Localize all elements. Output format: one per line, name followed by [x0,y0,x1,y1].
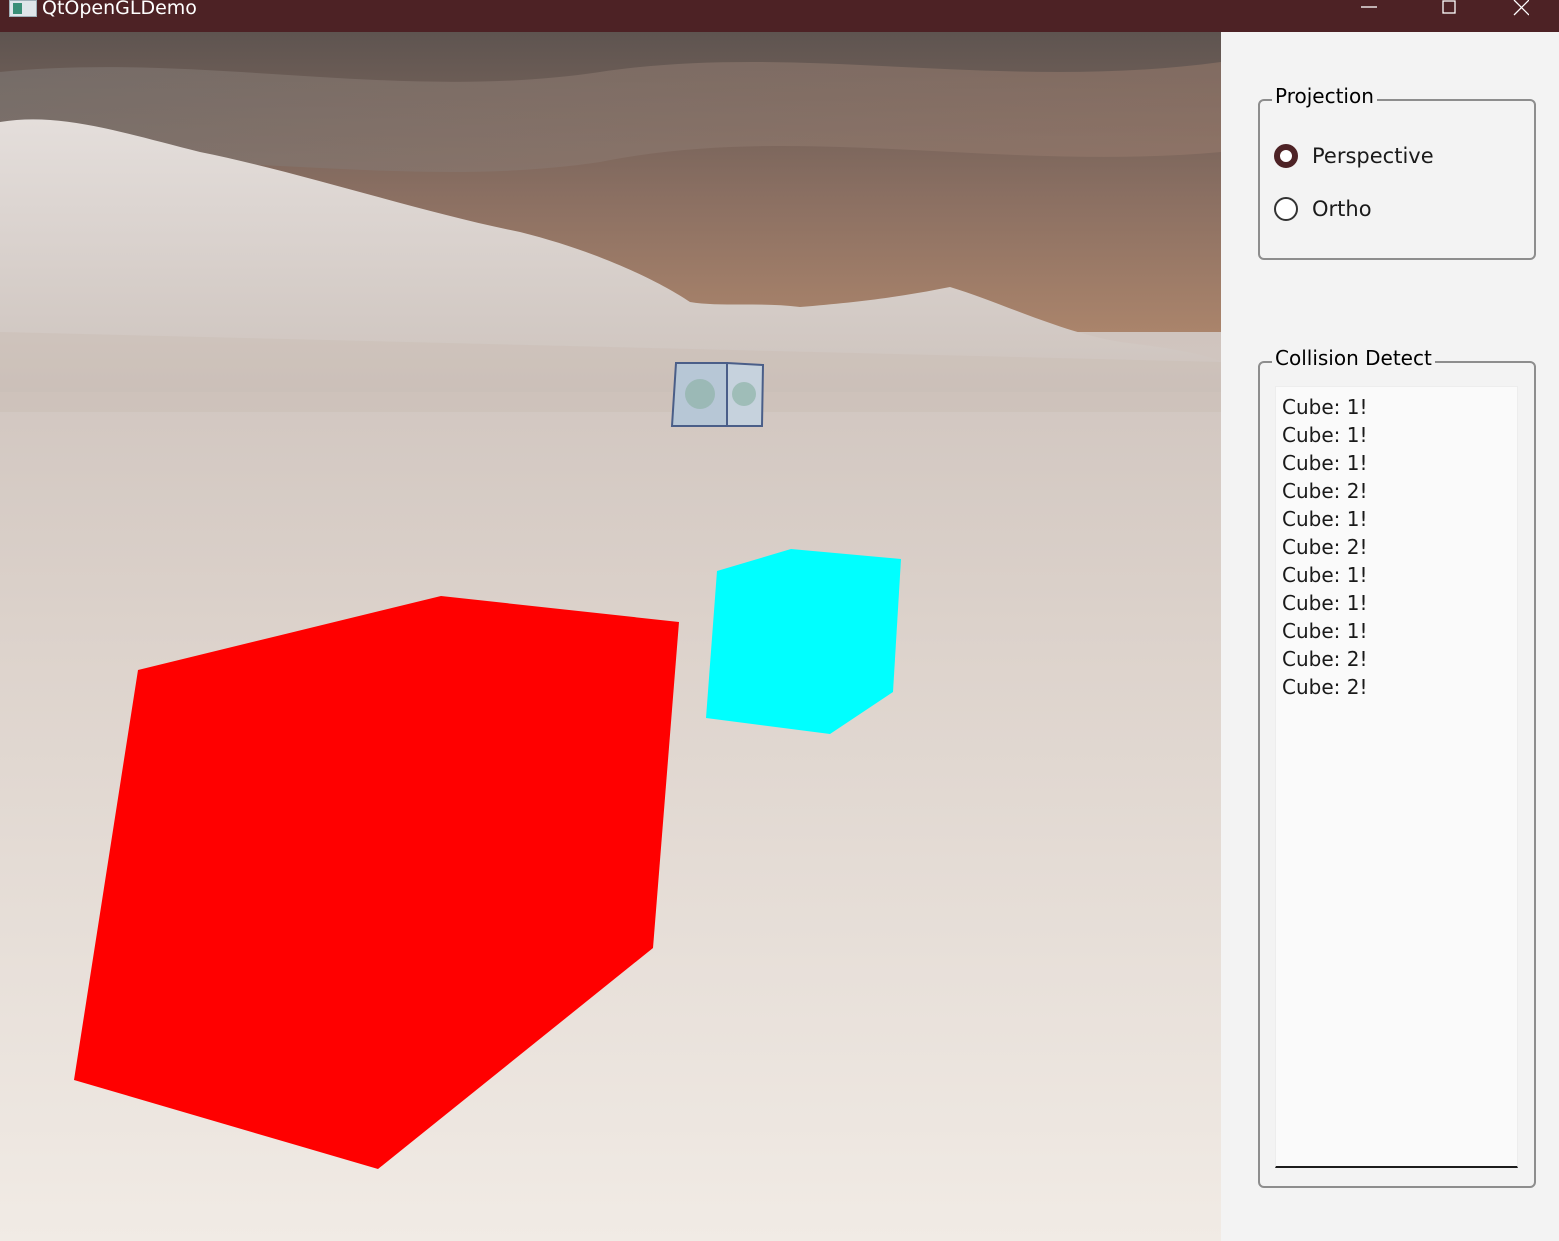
perspective-label: Perspective [1312,144,1434,168]
log-entry: Cube: 1! [1282,451,1368,475]
close-button[interactable] [1479,0,1559,32]
side-panel: Projection Perspective Ortho Collision D… [1221,32,1559,1241]
log-entry: Cube: 2! [1282,675,1368,699]
close-icon [1513,0,1529,16]
app-icon [9,0,37,17]
log-entry: Cube: 1! [1282,563,1368,587]
maximize-button[interactable] [1409,0,1489,32]
perspective-radio[interactable]: Perspective [1274,140,1434,172]
log-entry: Cube: 1! [1282,619,1368,643]
radio-checked-icon [1274,144,1298,168]
window-title: QtOpenGLDemo [42,0,197,19]
radio-unchecked-icon [1274,197,1298,221]
maximize-icon [1442,0,1456,14]
scene-render [0,32,1221,1241]
collision-log[interactable]: Cube: 1! Cube: 1! Cube: 1! Cube: 2! Cube… [1275,386,1518,1168]
log-entry: Cube: 2! [1282,535,1368,559]
collision-group-title: Collision Detect [1272,344,1435,372]
title-bar: QtOpenGLDemo [0,0,1559,32]
log-entry: Cube: 1! [1282,395,1368,419]
projection-group: Projection Perspective Ortho [1258,82,1536,260]
ortho-label: Ortho [1312,197,1372,221]
log-entry: Cube: 2! [1282,479,1368,503]
ortho-radio[interactable]: Ortho [1274,193,1372,225]
minimize-icon [1361,6,1377,8]
collision-detect-group: Collision Detect Cube: 1! Cube: 1! Cube:… [1258,344,1536,1188]
minimize-button[interactable] [1329,0,1409,32]
log-entry: Cube: 1! [1282,507,1368,531]
textured-cube [670,361,765,427]
log-entry: Cube: 1! [1282,591,1368,615]
opengl-viewport[interactable] [0,32,1221,1241]
projection-group-title: Projection [1272,82,1377,110]
log-entry: Cube: 2! [1282,647,1368,671]
log-entry: Cube: 1! [1282,423,1368,447]
